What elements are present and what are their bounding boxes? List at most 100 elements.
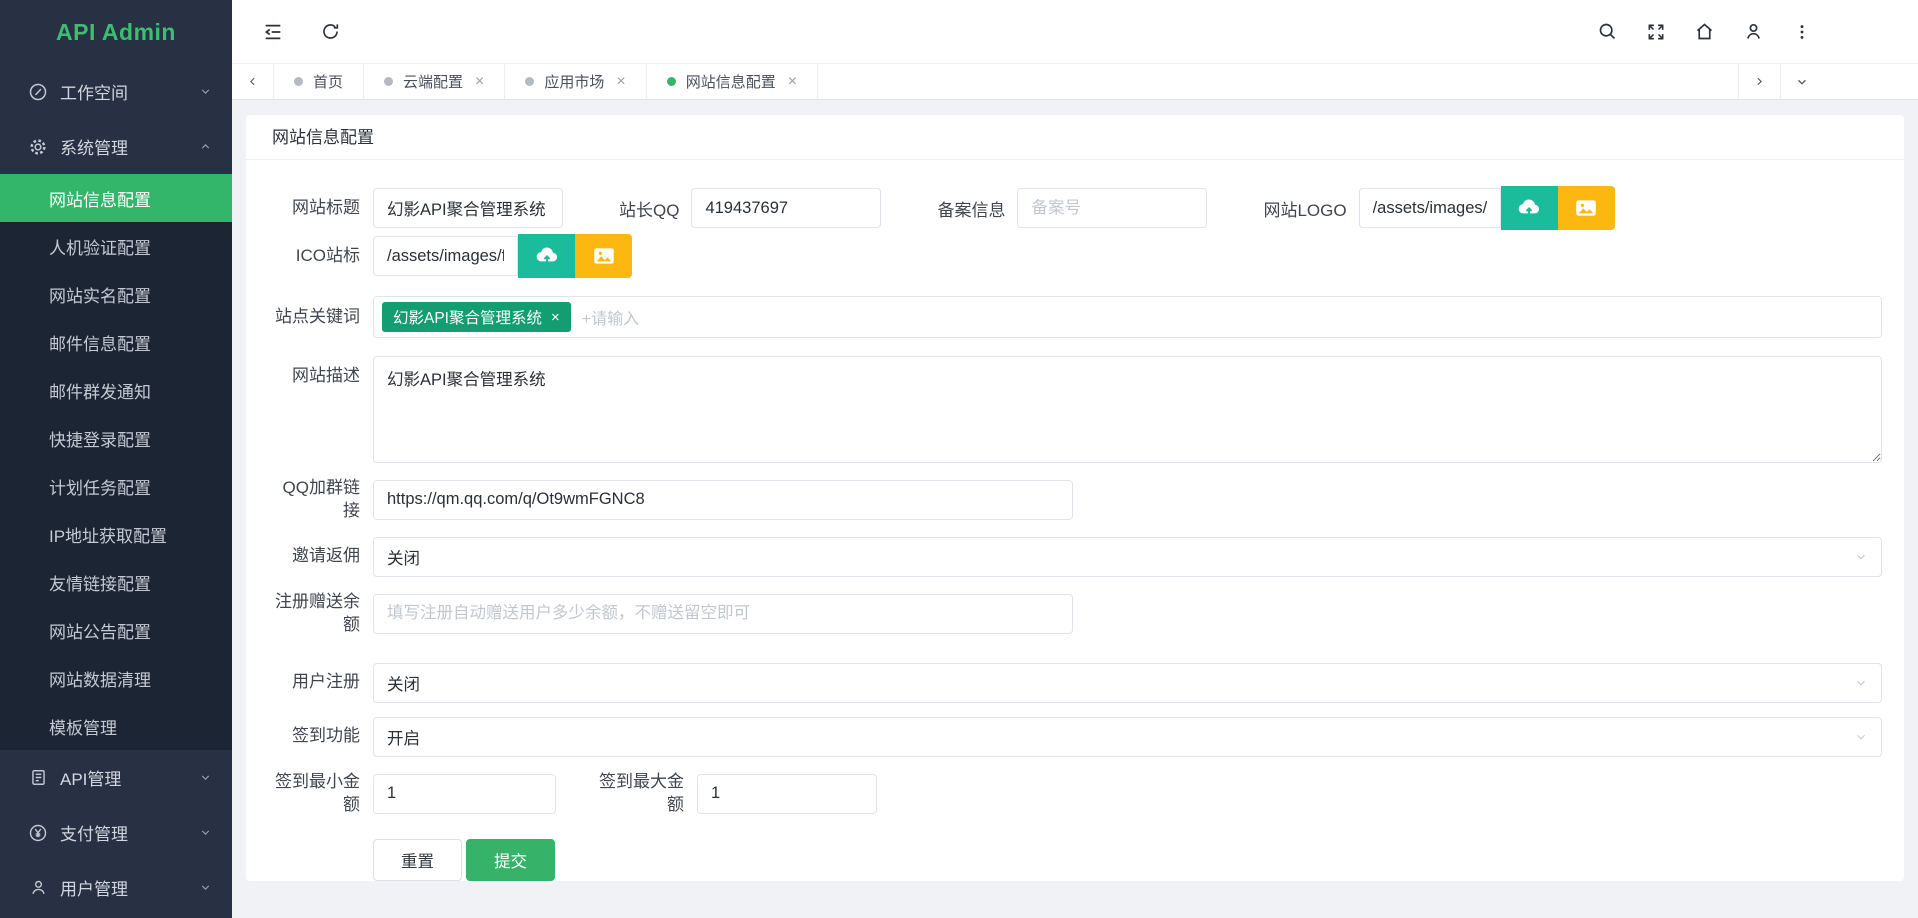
sidebar-item-payment[interactable]: 支付管理 <box>0 805 232 860</box>
tab-label: 云端配置 <box>403 71 463 92</box>
tabs-scroll-left-button[interactable] <box>232 64 274 99</box>
reset-button[interactable]: 重置 <box>373 839 462 881</box>
ico-input[interactable] <box>373 236 518 276</box>
signin-max-label: 签到最大金额 <box>592 771 684 817</box>
sidebar-item-workspace[interactable]: 工作空间 <box>0 64 232 119</box>
qq-group-input[interactable] <box>373 480 1073 520</box>
tab-dot <box>294 77 303 86</box>
top-header <box>232 0 1918 63</box>
sidebar-item-label: 工作空间 <box>60 79 199 104</box>
signin-label: 签到功能 <box>268 725 360 748</box>
sidebar-item-label: API管理 <box>60 765 199 790</box>
tab-home[interactable]: 首页 <box>274 64 364 99</box>
tabbar-right-controls <box>1738 64 1822 99</box>
tabs-menu-dropdown-button[interactable] <box>1780 64 1822 99</box>
menu-fold-icon[interactable] <box>262 21 284 43</box>
qq-input[interactable] <box>691 188 881 228</box>
sidebar-item-api[interactable]: API管理 <box>0 750 232 805</box>
tab-app-market[interactable]: 应用市场 × <box>505 64 646 99</box>
register-bonus-input[interactable] <box>373 594 1073 634</box>
ico-upload-button[interactable] <box>518 234 575 278</box>
beian-input[interactable] <box>1017 188 1207 228</box>
more-kebab-icon[interactable] <box>1792 22 1812 42</box>
content-area: 网站信息配置 网站标题 站长QQ 备案信息 网站LOGO <box>232 100 1918 918</box>
sidebar-subitem-mail[interactable]: 邮件信息配置 <box>0 318 232 366</box>
sidebar-subitem-quick-login[interactable]: 快捷登录配置 <box>0 414 232 462</box>
sidebar-subitem-links[interactable]: 友情链接配置 <box>0 558 232 606</box>
fullscreen-icon[interactable] <box>1646 22 1666 42</box>
signin-min-input[interactable] <box>373 774 556 814</box>
chevron-down-icon <box>1854 730 1868 744</box>
site-logo-label: 网站LOGO <box>1263 196 1346 221</box>
ico-preview-image-button[interactable] <box>575 234 632 278</box>
main-area: 首页 云端配置 × 应用市场 × 网站信息配置 × <box>232 0 1918 918</box>
refresh-icon[interactable] <box>320 21 341 42</box>
tab-bar: 首页 云端配置 × 应用市场 × 网站信息配置 × <box>232 63 1918 100</box>
chevron-down-icon <box>1854 550 1868 564</box>
submit-button[interactable]: 提交 <box>466 839 555 881</box>
sidebar-subitem-template[interactable]: 模板管理 <box>0 702 232 750</box>
user-register-select[interactable]: 关闭 <box>373 663 1882 703</box>
sidebar-subitem-cleanup[interactable]: 网站数据清理 <box>0 654 232 702</box>
document-icon <box>27 767 49 789</box>
keyword-tag-close-icon[interactable]: × <box>551 310 560 325</box>
form-actions: 重置 提交 <box>373 839 1882 881</box>
sidebar-item-label: 系统管理 <box>60 134 199 159</box>
header-right-tools <box>1597 21 1918 42</box>
site-logo-input[interactable] <box>1359 188 1501 228</box>
dashboard-icon <box>27 81 49 103</box>
tab-dot <box>525 77 534 86</box>
sidebar: API Admin 工作空间 系统管理 网站信息配置 人机验证配置 网站实名配置… <box>0 0 232 918</box>
tab-site-info-config[interactable]: 网站信息配置 × <box>647 64 818 99</box>
form-row-signin-amounts: 签到最小金额 签到最大金额 <box>268 771 1882 817</box>
tab-close-icon[interactable]: × <box>475 74 484 90</box>
sidebar-subitem-site-info[interactable]: 网站信息配置 <box>0 174 232 222</box>
form-row-basic: 网站标题 站长QQ 备案信息 网站LOGO <box>268 186 1882 230</box>
yen-icon <box>27 822 49 844</box>
tab-cloud-config[interactable]: 云端配置 × <box>364 64 505 99</box>
chevron-down-icon <box>199 771 212 784</box>
sidebar-subitem-announce[interactable]: 网站公告配置 <box>0 606 232 654</box>
search-icon[interactable] <box>1597 21 1618 42</box>
tab-label: 网站信息配置 <box>686 71 776 92</box>
logo-preview-image-button[interactable] <box>1558 186 1615 230</box>
user-icon <box>27 877 49 899</box>
form-row-signin: 签到功能 开启 <box>268 717 1882 757</box>
signin-max-input[interactable] <box>697 774 877 814</box>
select-value: 关闭 <box>387 545 1854 569</box>
keyword-tag: 幻影API聚合管理系统 × <box>382 302 571 332</box>
signin-select[interactable]: 开启 <box>373 717 1882 757</box>
signin-min-label: 签到最小金额 <box>268 771 360 817</box>
description-label: 网站描述 <box>268 365 360 388</box>
sidebar-item-users[interactable]: 用户管理 <box>0 860 232 915</box>
logo-upload-button[interactable] <box>1501 186 1558 230</box>
description-textarea[interactable]: 幻影API聚合管理系统 <box>373 356 1882 463</box>
keyword-tag-text: 幻影API聚合管理系统 <box>393 306 542 328</box>
sidebar-item-label: 用户管理 <box>60 875 199 900</box>
form-row-user-register: 用户注册 关闭 <box>268 663 1882 703</box>
gear-icon <box>27 136 49 158</box>
card-title: 网站信息配置 <box>246 115 1904 160</box>
tab-close-icon[interactable]: × <box>616 74 625 90</box>
tabs-scroll-right-button[interactable] <box>1738 64 1780 99</box>
chevron-up-icon <box>199 140 212 153</box>
form-row-invite-rebate: 邀请返佣 关闭 <box>268 537 1882 577</box>
tab-close-icon[interactable]: × <box>788 74 797 90</box>
home-icon[interactable] <box>1694 21 1715 42</box>
sidebar-subitem-ip[interactable]: IP地址获取配置 <box>0 510 232 558</box>
header-left-tools <box>262 21 341 43</box>
chevron-down-icon <box>199 826 212 839</box>
app-logo: API Admin <box>0 0 232 64</box>
sidebar-subitem-cron[interactable]: 计划任务配置 <box>0 462 232 510</box>
tab-dot <box>384 77 393 86</box>
keywords-tag-input[interactable]: 幻影API聚合管理系统 × +请输入 <box>373 296 1882 338</box>
sidebar-subitem-realname[interactable]: 网站实名配置 <box>0 270 232 318</box>
site-title-input[interactable] <box>373 188 563 228</box>
sidebar-item-system[interactable]: 系统管理 <box>0 119 232 174</box>
app-root: API Admin 工作空间 系统管理 网站信息配置 人机验证配置 网站实名配置… <box>0 0 1918 918</box>
sidebar-subitem-captcha[interactable]: 人机验证配置 <box>0 222 232 270</box>
invite-rebate-select[interactable]: 关闭 <box>373 537 1882 577</box>
site-info-form: 网站标题 站长QQ 备案信息 网站LOGO <box>246 160 1904 881</box>
account-icon[interactable] <box>1743 21 1764 42</box>
sidebar-subitem-mail-bulk[interactable]: 邮件群发通知 <box>0 366 232 414</box>
